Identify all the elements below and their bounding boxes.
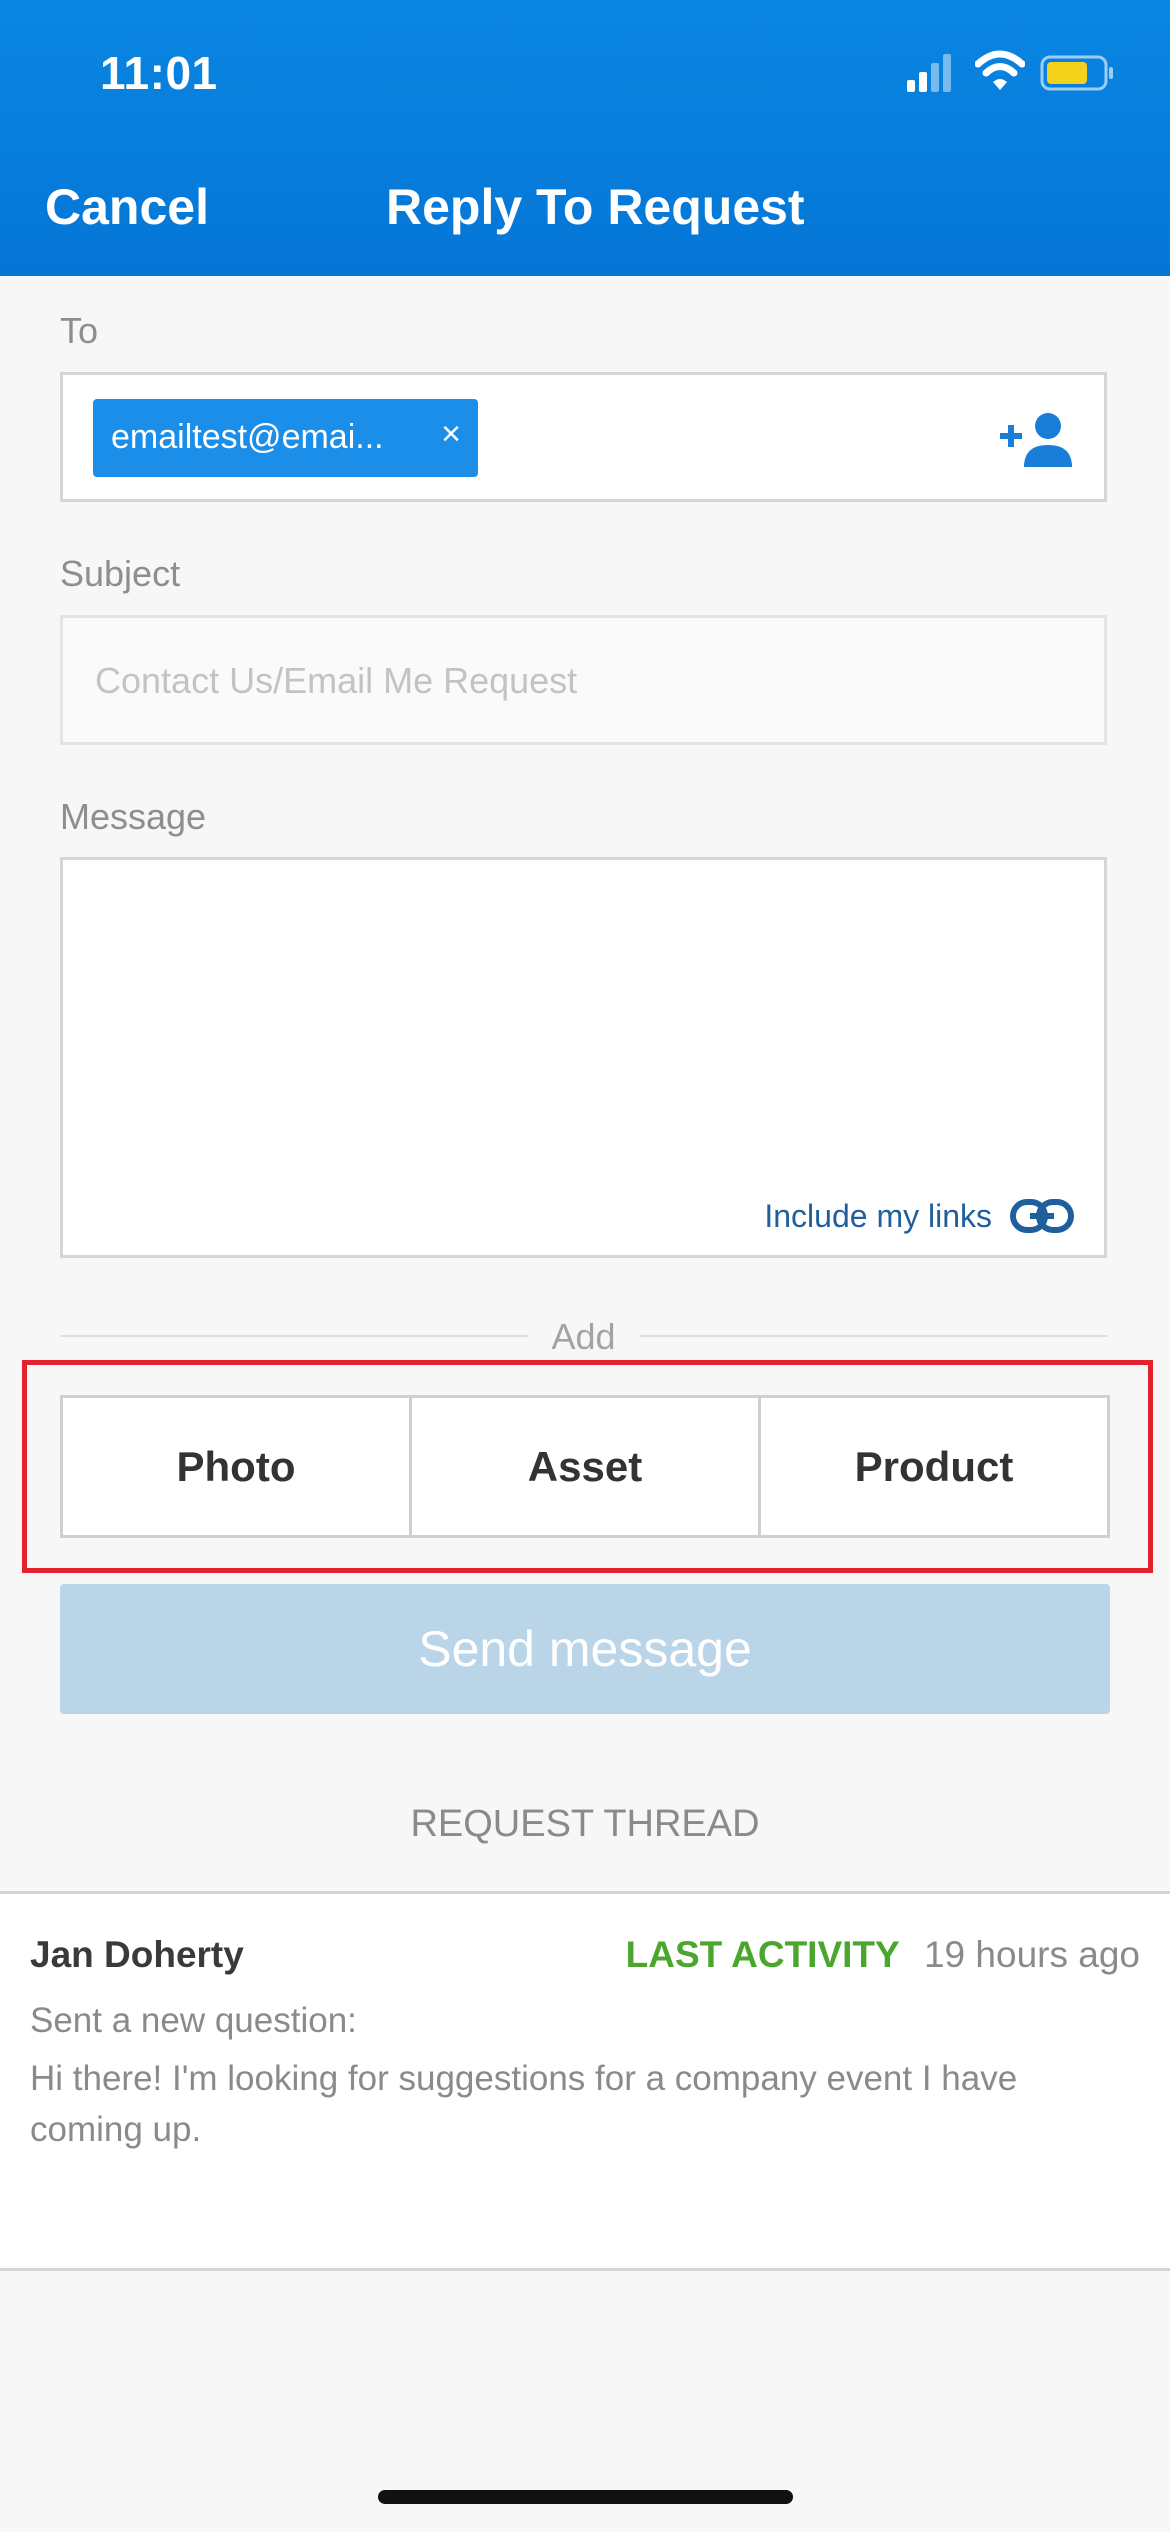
nav-header: 11:01 Cancel Reply To Request — [0, 0, 1170, 276]
last-activity-time: 19 hours ago — [923, 1934, 1140, 1975]
cellular-signal-icon — [907, 54, 951, 92]
status-time: 11:01 — [100, 47, 218, 99]
home-indicator — [378, 2490, 793, 2504]
to-label: To — [60, 310, 99, 351]
attachment-buttons: Photo Asset Product — [60, 1395, 1110, 1538]
recipient-chip[interactable]: emailtest@emai... × — [93, 399, 478, 477]
link-icon — [1010, 1199, 1074, 1233]
product-button[interactable]: Product — [758, 1398, 1107, 1535]
include-links-label: Include my links — [764, 1197, 992, 1234]
add-contact-icon[interactable] — [1000, 411, 1074, 469]
remove-recipient-icon[interactable]: × — [434, 415, 468, 454]
include-links-button[interactable]: Include my links — [764, 1191, 1074, 1241]
subject-label: Subject — [60, 553, 181, 594]
cancel-button[interactable]: Cancel — [45, 178, 209, 236]
add-divider: Add — [60, 1316, 1107, 1357]
thread-message: Hi there! I'm looking for suggestions fo… — [30, 2059, 1018, 2149]
add-label: Add — [551, 1316, 616, 1357]
thread-action: Sent a new question: — [30, 2001, 357, 2040]
message-label: Message — [60, 796, 207, 837]
subject-placeholder: Contact Us/Email Me Request — [95, 660, 578, 701]
last-activity: LAST ACTIVITY 19 hours ago — [626, 1934, 1140, 1976]
to-field[interactable]: emailtest@emai... × — [60, 372, 1107, 502]
wifi-icon — [975, 50, 1025, 90]
photo-button[interactable]: Photo — [63, 1398, 409, 1535]
thread-item: Jan Doherty LAST ACTIVITY 19 hours ago S… — [0, 1891, 1170, 2271]
request-thread-heading: REQUEST THREAD — [410, 1803, 760, 1845]
page-title: Reply To Request — [386, 179, 805, 235]
send-message-button[interactable]: Send message — [60, 1584, 1110, 1714]
last-activity-label: LAST ACTIVITY — [625, 1934, 900, 1975]
asset-button[interactable]: Asset — [409, 1398, 758, 1535]
sender-name: Jan Doherty — [30, 1934, 244, 1975]
battery-icon — [1040, 55, 1113, 91]
message-textarea[interactable]: Include my links — [60, 857, 1107, 1258]
recipient-chip-label: emailtest@emai... — [111, 418, 384, 456]
subject-input[interactable]: Contact Us/Email Me Request — [60, 615, 1107, 745]
